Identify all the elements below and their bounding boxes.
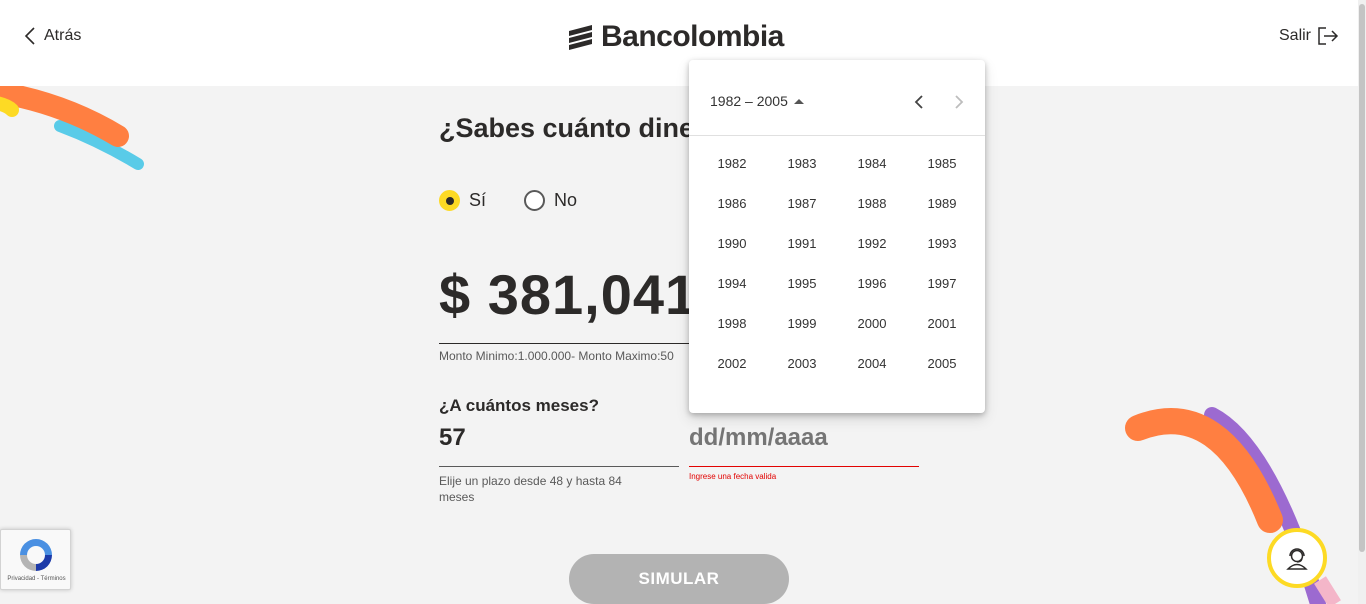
months-underline (439, 466, 679, 467)
caret-up-icon (793, 98, 804, 104)
radio-yes[interactable]: Sí (439, 190, 486, 211)
chat-support-button[interactable] (1267, 528, 1327, 588)
back-button[interactable]: Atrás (24, 26, 81, 46)
year-cell[interactable]: 1990 (697, 223, 767, 263)
radio-yes-indicator[interactable] (439, 190, 460, 211)
previous-years-button[interactable] (909, 92, 929, 112)
chevron-right-icon (955, 95, 964, 109)
brand-name: Bancolombia (601, 20, 784, 53)
exit-button[interactable]: Salir (1279, 26, 1339, 46)
months-input[interactable]: 57 (439, 424, 466, 452)
year-cell[interactable]: 1985 (907, 143, 977, 183)
year-cell[interactable]: 1998 (697, 303, 767, 343)
year-grid: 1982 1983 1984 1985 1986 1987 1988 1989 … (697, 143, 977, 383)
year-cell[interactable]: 2001 (907, 303, 977, 343)
year-cell[interactable]: 1983 (767, 143, 837, 183)
support-agent-icon (1286, 548, 1308, 570)
back-label: Atrás (44, 27, 82, 44)
year-cell[interactable]: 2003 (767, 343, 837, 383)
year-cell[interactable]: 1984 (837, 143, 907, 183)
year-cell[interactable]: 1986 (697, 183, 767, 223)
months-label: ¿A cuántos meses? (439, 396, 599, 415)
chevron-left-icon (914, 95, 923, 109)
year-cell[interactable]: 2005 (907, 343, 977, 383)
amount-underline (439, 343, 689, 344)
amount-hint: Monto Minimo:1.000.000- Monto Maximo:50 (439, 349, 674, 363)
page-scrollbar[interactable] (1358, 0, 1366, 604)
exit-label: Salir (1279, 27, 1312, 44)
year-picker-header: 1982 – 2005 (689, 60, 985, 136)
birthdate-input[interactable] (689, 424, 919, 452)
year-cell[interactable]: 2002 (697, 343, 767, 383)
amount-input[interactable]: $ 381,041, (439, 262, 714, 327)
next-years-button[interactable] (949, 92, 969, 112)
year-cell[interactable]: 1987 (767, 183, 837, 223)
year-cell[interactable]: 1988 (837, 183, 907, 223)
logout-icon (1318, 27, 1339, 45)
year-cell[interactable]: 1999 (767, 303, 837, 343)
year-cell[interactable]: 1993 (907, 223, 977, 263)
year-cell[interactable]: 1996 (837, 263, 907, 303)
radio-no[interactable]: No (524, 190, 577, 211)
top-header: Atrás Bancolombia Salir (0, 0, 1358, 86)
year-cell[interactable]: 1989 (907, 183, 977, 223)
year-range-label: 1982 – 2005 (710, 93, 788, 109)
year-cell[interactable]: 1997 (907, 263, 977, 303)
year-cell[interactable]: 2000 (837, 303, 907, 343)
radio-yes-label: Sí (469, 190, 487, 210)
year-cell[interactable]: 1995 (767, 263, 837, 303)
amount-question-title: ¿Sabes cuánto dine (439, 113, 695, 143)
recaptcha-icon (20, 539, 52, 571)
chevron-left-icon (24, 27, 35, 45)
recaptcha-links[interactable]: Privacidad - Términos (1, 576, 72, 582)
months-hint: Elije un plazo desde 48 y hasta 84 meses (439, 474, 622, 504)
birthdate-error: Ingrese una fecha valida (689, 472, 777, 481)
brand-logo: Bancolombia (567, 20, 784, 54)
bancolombia-mark-icon (569, 25, 592, 50)
knows-amount-radio-group: Sí No (439, 190, 577, 211)
year-cell[interactable]: 1991 (767, 223, 837, 263)
year-picker-popup: 1982 – 2005 1982 1983 1984 1985 1986 198… (689, 60, 985, 413)
year-cell[interactable]: 2004 (837, 343, 907, 383)
year-cell[interactable]: 1992 (837, 223, 907, 263)
birthdate-underline (689, 466, 919, 467)
recaptcha-badge[interactable]: Privacidad - Términos (0, 529, 71, 590)
year-range-toggle[interactable]: 1982 – 2005 (710, 93, 804, 109)
radio-no-indicator[interactable] (524, 190, 546, 211)
year-cell[interactable]: 1994 (697, 263, 767, 303)
radio-no-label: No (554, 190, 578, 210)
simulate-button[interactable]: SIMULAR (569, 554, 789, 604)
decorative-curve-left (0, 86, 144, 170)
year-cell[interactable]: 1982 (697, 143, 767, 183)
scrollbar-thumb[interactable] (1359, 4, 1365, 552)
